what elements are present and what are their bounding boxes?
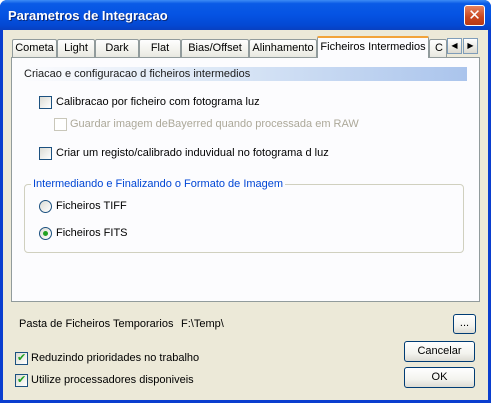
section-header: Criacao e configuracao d ficheiros inter… [21, 67, 467, 81]
tab-ficheiros-intermedios[interactable]: Ficheiros Intermedios [317, 36, 429, 58]
temp-folder-label: Pasta de Ficheiros Temporarios [19, 318, 174, 330]
close-icon: ✕ [468, 7, 481, 24]
tab-scroll-right-button[interactable]: ▶ [463, 38, 478, 54]
browse-folder-button[interactable]: ... [453, 314, 476, 334]
individual-record-label[interactable]: Criar um registo/calibrado induvidual no… [56, 147, 329, 160]
reduce-priority-label[interactable]: Reduzindo prioridades no trabalho [31, 352, 199, 365]
format-groupbox [24, 184, 464, 253]
use-processors-checkbox[interactable]: ✔ [15, 374, 28, 387]
tab-alinhamento[interactable]: Alinhamento [249, 39, 317, 57]
tab-scroll-left-button[interactable]: ◀ [447, 38, 462, 54]
tiff-radio[interactable] [39, 200, 52, 213]
use-processors-label[interactable]: Utilize processadores disponiveis [31, 374, 194, 387]
temp-folder-path: F:\Temp\ [181, 318, 224, 330]
reduce-priority-checkbox[interactable]: ✔ [15, 352, 28, 365]
tab-bias-offset[interactable]: Bias/Offset [181, 39, 249, 57]
cancel-button[interactable]: Cancelar [404, 341, 475, 362]
tab-cometa[interactable]: Cometa [12, 39, 57, 57]
checkmark-icon: ✔ [17, 352, 27, 364]
tiff-radio-label[interactable]: Ficheiros TIFF [56, 200, 127, 213]
tab-scroll-arrows: ◀ ▶ [447, 38, 478, 54]
radio-selected-dot [43, 231, 48, 236]
save-debayered-label: Guardar imagem deBayerred quando process… [70, 118, 359, 130]
fits-radio-label[interactable]: Ficheiros FITS [56, 227, 128, 240]
tab-flat[interactable]: Flat [139, 39, 181, 57]
chevron-left-icon: ◀ [451, 41, 458, 50]
save-debayered-checkbox[interactable] [54, 118, 67, 131]
close-button[interactable]: ✕ [464, 5, 485, 26]
individual-record-checkbox[interactable] [39, 147, 52, 160]
fits-radio[interactable] [39, 227, 52, 240]
chevron-right-icon: ▶ [467, 41, 474, 50]
ok-button[interactable]: OK [404, 367, 475, 388]
calibrate-per-file-checkbox[interactable] [39, 96, 52, 109]
calibrate-per-file-label[interactable]: Calibracao por ficheiro com fotograma lu… [56, 96, 260, 109]
tab-light[interactable]: Light [57, 39, 95, 57]
tab-dark[interactable]: Dark [95, 39, 139, 57]
title-bar[interactable]: Parametros de Integracao ✕ [0, 0, 491, 30]
window-title: Parametros de Integracao [8, 8, 168, 23]
format-group-title: Intermediando e Finalizando o Formato de… [31, 178, 286, 190]
tab-c-truncated[interactable]: C [429, 39, 447, 57]
checkmark-icon: ✔ [17, 374, 27, 386]
